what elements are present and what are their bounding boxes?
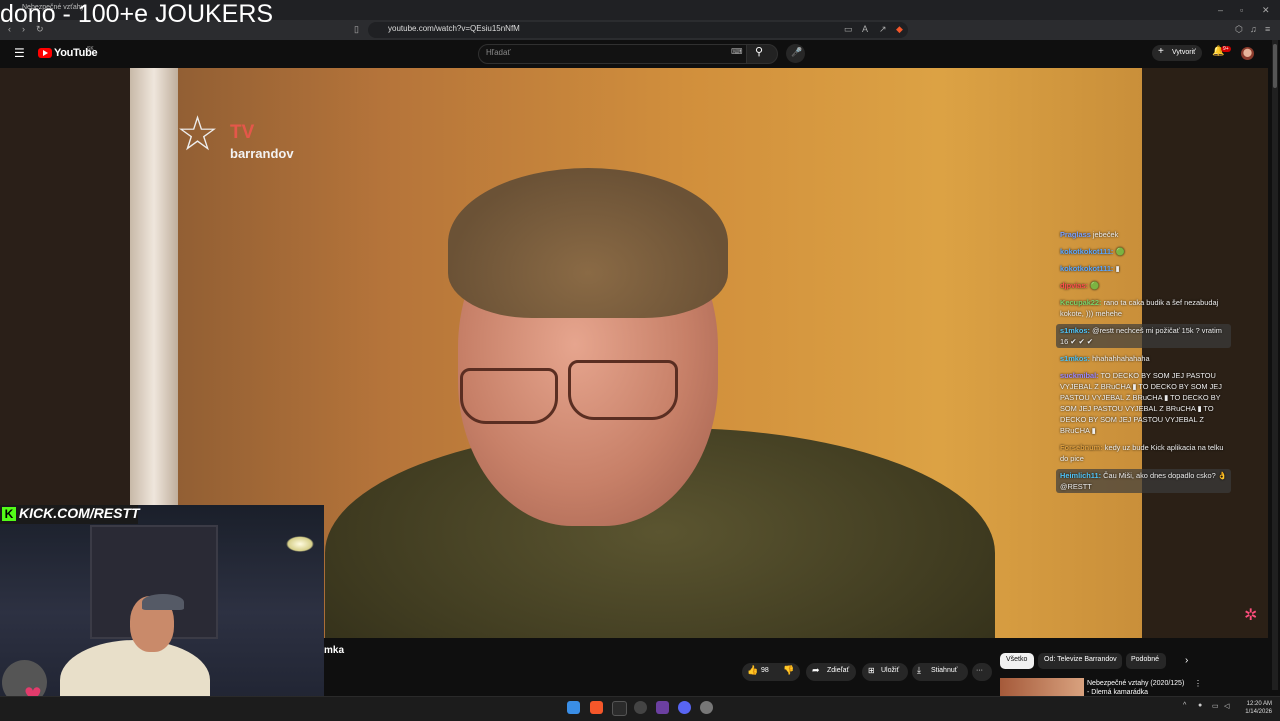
chat-username: s1mkos: bbox=[1060, 326, 1090, 335]
brave-browser-icon[interactable] bbox=[590, 701, 603, 714]
terminal-icon[interactable] bbox=[612, 701, 627, 716]
chat-username: Forsebnum: bbox=[1060, 443, 1103, 452]
dislike-icon[interactable]: 👎 bbox=[783, 665, 794, 676]
chat-username: Heimlich11: bbox=[1060, 471, 1102, 480]
share-label: Zdieľať bbox=[827, 667, 850, 674]
download-label: Stiahnuť bbox=[931, 667, 958, 674]
scrollbar-thumb[interactable] bbox=[1273, 44, 1277, 88]
studio-pillar bbox=[130, 68, 178, 508]
clock[interactable]: 12:20 AM 1/14/2026 bbox=[1240, 700, 1272, 716]
chat-text: ▮ bbox=[1115, 264, 1120, 273]
chat-text: TO DECKO BY SOM JEJ PASTOU VYJEBAL Z BRu… bbox=[1060, 371, 1222, 435]
chat-overlay: Praglass jebeček kokotkokot111: 🟢 kokotkok… bbox=[1056, 228, 1231, 497]
video-title: mka bbox=[324, 645, 345, 656]
like-count: 98 bbox=[761, 667, 769, 674]
search-input[interactable] bbox=[478, 44, 748, 64]
search-placeholder: Hľadať bbox=[486, 48, 511, 57]
chat-text: jebeček bbox=[1092, 230, 1119, 239]
twitch-icon[interactable] bbox=[656, 701, 669, 714]
avatar[interactable] bbox=[1241, 47, 1254, 60]
create-label: Vytvoriť bbox=[1172, 49, 1196, 56]
youtube-play-icon bbox=[43, 50, 48, 56]
chat-message: djpvias: 🟢 bbox=[1056, 279, 1231, 292]
search-icon: ⚲ bbox=[755, 46, 764, 58]
keyboard-icon[interactable]: ⌨ bbox=[731, 47, 743, 56]
chat-message: s1mkos: hhahahhahahaha bbox=[1056, 352, 1231, 365]
chat-text: hhahahhahahaha bbox=[1092, 354, 1150, 363]
mic-tray-icon[interactable]: ● bbox=[1198, 702, 1202, 709]
chat-message: Heimlich11: Čau Miši, ako dnes dopadlo c… bbox=[1056, 469, 1231, 493]
tv-barrandov-star-icon: ☆ bbox=[176, 108, 220, 161]
chip-channel-label: Od: Televize Barrandov bbox=[1044, 656, 1117, 663]
tv-logo-tv: TV bbox=[230, 122, 255, 143]
clock-date: 1/14/2026 bbox=[1245, 709, 1272, 715]
notification-badge: 9+ bbox=[1221, 46, 1231, 52]
glasses-right-lens bbox=[568, 360, 678, 420]
kick-url: KICK.COM/RESTT bbox=[19, 505, 140, 521]
brave-shield-icon[interactable]: ◆ bbox=[896, 23, 903, 35]
hamburger-menu-icon[interactable]: ☰ bbox=[14, 46, 25, 60]
chat-username: djpvias: bbox=[1060, 281, 1088, 290]
plus-icon: + bbox=[1158, 46, 1164, 57]
chat-message: suckmibal: TO DECKO BY SOM JEJ PASTOU VY… bbox=[1056, 369, 1231, 437]
network-icon[interactable]: ▭ bbox=[1212, 702, 1219, 710]
minimize-icon[interactable]: – bbox=[1218, 4, 1223, 16]
recommendation-menu-icon[interactable]: ⋮ bbox=[1194, 679, 1202, 688]
windows-start-icon[interactable] bbox=[567, 701, 580, 714]
chips-next-icon[interactable]: › bbox=[1185, 655, 1188, 666]
clock-time: 12:20 AM bbox=[1246, 701, 1272, 707]
translate-icon[interactable]: A bbox=[862, 23, 868, 35]
chat-message: s1mkos: @restt nechceš mi požičať 15k ? … bbox=[1056, 324, 1231, 348]
chat-username: Praglass bbox=[1060, 230, 1091, 239]
chat-message: kokotkokot111: ▮ bbox=[1056, 262, 1231, 275]
chat-username: Kecupak22: bbox=[1060, 298, 1102, 307]
bookmark-icon[interactable]: ▯ bbox=[354, 23, 359, 35]
cast-icon[interactable]: ▭ bbox=[844, 23, 853, 35]
page-scrollbar[interactable] bbox=[1272, 40, 1278, 690]
share-icon[interactable]: ↗ bbox=[879, 23, 887, 35]
recommendation-title[interactable]: Nebezpečné vztahy (2020/125) - Dlemá kam… bbox=[1087, 679, 1187, 697]
chat-username: s1mkos: bbox=[1060, 354, 1090, 363]
tv-logo-text: barrandov bbox=[230, 146, 294, 161]
stream-overlay-title: dono - 100+e JOUKERS bbox=[0, 0, 274, 28]
close-icon[interactable]: ✕ bbox=[1262, 4, 1270, 16]
streamer-cap bbox=[142, 594, 184, 610]
extensions-icon[interactable]: ⬡ bbox=[1235, 23, 1243, 35]
webcam-lamp bbox=[286, 536, 314, 552]
glasses-left-lens bbox=[460, 368, 558, 424]
obs-icon[interactable] bbox=[634, 701, 647, 714]
more-icon: ··· bbox=[976, 667, 983, 674]
share-arrow-icon: ➦ bbox=[812, 665, 820, 675]
volume-icon[interactable]: ◁ bbox=[1224, 702, 1229, 710]
kick-watermark-icon: ✲ bbox=[1244, 607, 1258, 624]
download-icon: ⤓ bbox=[917, 665, 921, 675]
chat-username: suckmibal: bbox=[1060, 371, 1099, 380]
save-icon: ⊞ bbox=[868, 666, 875, 675]
url-text[interactable]: youtube.com/watch?v=QEsiu15nNfM bbox=[388, 24, 520, 33]
kick-logo-icon: K bbox=[2, 507, 16, 521]
chat-message: kokotkokot111: 🟢 bbox=[1056, 245, 1231, 258]
maximize-icon[interactable]: ▫ bbox=[1240, 4, 1243, 16]
chat-username: kokotkokot111: bbox=[1060, 264, 1114, 273]
chat-message: Praglass jebeček bbox=[1056, 228, 1231, 241]
save-label: Uložiť bbox=[881, 667, 900, 674]
chat-message: Kecupak22: rano ta caka budik a šef neza… bbox=[1056, 296, 1231, 320]
chip-related-label: Podobné bbox=[1131, 656, 1160, 663]
chat-text: 🟢 bbox=[1090, 281, 1100, 290]
chat-username: kokotkokot111: bbox=[1060, 247, 1114, 256]
chip-all-label: Všetko bbox=[1006, 656, 1028, 663]
chat-text: 🟢 bbox=[1115, 247, 1125, 256]
like-icon[interactable]: 👍 bbox=[747, 665, 758, 676]
person-hair bbox=[448, 168, 728, 318]
settings-icon[interactable] bbox=[700, 701, 713, 714]
menu-icon[interactable]: ≡ bbox=[1265, 23, 1270, 35]
music-icon[interactable]: ♫ bbox=[1250, 23, 1257, 35]
discord-icon[interactable] bbox=[678, 701, 691, 714]
country-code: SK bbox=[87, 46, 94, 52]
chat-message: Forsebnum: kedy uz bude Kick aplikacia n… bbox=[1056, 441, 1231, 465]
microphone-icon: 🎤 bbox=[791, 47, 803, 57]
tray-chevron-icon[interactable]: ^ bbox=[1183, 702, 1186, 709]
